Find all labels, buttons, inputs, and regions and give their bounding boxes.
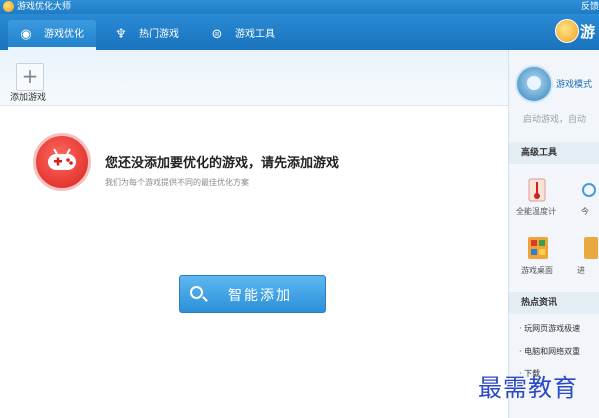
hot-news-header: 热点资讯 [509,292,599,314]
add-game-button[interactable]: + [16,63,44,91]
gamepad-icon: ◉ [20,27,32,42]
tab-hot-games[interactable]: ♆ 热门游戏 [113,20,203,50]
title-bar: 游戏优化大师 反馈 [0,0,599,14]
feedback-link[interactable]: 反馈 [581,1,599,13]
news-item[interactable]: · 电脑和网络双重 [519,346,580,357]
refresh-icon[interactable] [579,178,599,204]
brand-logo-icon [555,19,579,43]
plus-icon: + [21,64,39,88]
tab-game-optimize[interactable]: ◉ 游戏优化 [8,20,96,50]
tab-label: 游戏优化 [44,29,84,40]
game-mode-label[interactable]: 游戏模式 [556,77,592,90]
empty-state-title: 您还没添加要优化的游戏，请先添加游戏 [105,156,340,171]
tool-label[interactable]: 进 [577,265,585,276]
thermometer-icon[interactable] [527,178,561,204]
empty-state-subtitle: 我们为每个游戏提供不同的最佳优化方案 [105,178,249,187]
toolbox-icon: ⊜ [211,27,223,42]
watermark-text: 最需教育 [478,374,578,402]
advanced-tools-label: 高级工具 [521,148,558,158]
trophy-icon: ♆ [115,27,127,42]
game-mode-subtitle: 启动游戏，自动 [523,115,587,125]
hot-news-label: 热点资讯 [521,298,558,308]
tool-label[interactable]: 全能温度计 [516,206,556,217]
advanced-tools-header: 高级工具 [509,142,599,164]
smart-add-label: 智能添加 [228,288,292,304]
toolbar: + [0,50,508,106]
smart-add-button[interactable]: 智能添加 [179,275,326,313]
news-item[interactable]: · 玩网页游戏极速 [519,323,580,334]
tab-label: 游戏工具 [235,29,275,40]
app-logo-icon [3,1,14,12]
right-sidebar: 游戏模式 启动游戏，自动 高级工具 全能温度计 今 游戏桌面 进 热点资讯 · … [508,50,599,418]
search-icon [190,286,203,299]
game-controller-icon [33,133,91,191]
tool-label[interactable]: 今 [581,206,589,217]
process-icon[interactable] [583,236,599,262]
tab-game-tools[interactable]: ⊜ 游戏工具 [209,20,299,50]
app-title: 游戏优化大师 [17,2,72,12]
add-game-label[interactable]: 添加游戏 [10,90,46,103]
tool-label[interactable]: 游戏桌面 [521,265,553,276]
main-nav: ◉ 游戏优化 ♆ 热门游戏 ⊜ 游戏工具 [0,14,599,50]
desktop-icon[interactable] [527,236,561,262]
brand-text: 游 [580,23,596,41]
game-mode-icon[interactable] [515,65,553,103]
tab-label: 热门游戏 [139,29,179,40]
